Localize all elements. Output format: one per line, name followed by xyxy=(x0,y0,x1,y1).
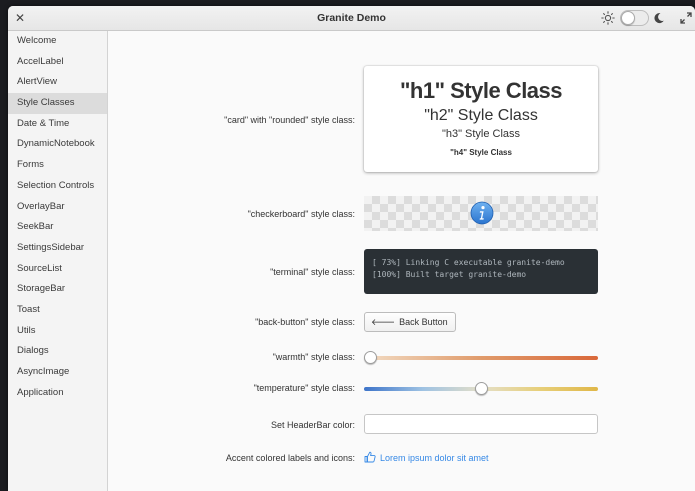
h3-text: "h3" Style Class xyxy=(441,128,521,140)
warmth-slider[interactable] xyxy=(364,356,598,360)
sidebar-item-welcome[interactable]: Welcome xyxy=(8,31,107,52)
terminal-line-1: [ 73%] Linking C executable granite-demo xyxy=(372,258,565,267)
left-arrow-icon: 🡐 xyxy=(371,317,396,327)
maximize-icon[interactable] xyxy=(680,12,692,24)
sidebar-item-seekbar[interactable]: SeekBar xyxy=(8,217,107,238)
sidebar-item-forms[interactable]: Forms xyxy=(8,155,107,176)
headerbar: ✕ Granite Demo xyxy=(8,6,695,31)
warmth-slider-handle[interactable] xyxy=(364,351,377,364)
sidebar-item-sourcelist[interactable]: SourceList xyxy=(8,259,107,280)
h2-text: "h2" Style Class xyxy=(424,107,538,124)
accent-label-text: Lorem ipsum dolor sit amet xyxy=(380,453,489,463)
app-window: ✕ Granite Demo Welcome AccelLabel AlertVie… xyxy=(8,6,695,491)
window-title: Granite Demo xyxy=(317,12,386,24)
sun-icon xyxy=(601,11,615,25)
sidebar-item-alertview[interactable]: AlertView xyxy=(8,72,107,93)
sidebar-item-dynamicnotebook[interactable]: DynamicNotebook xyxy=(8,134,107,155)
terminal-box: [ 73%] Linking C executable granite-demo… xyxy=(364,249,598,294)
back-button-label: Back Button xyxy=(399,317,448,327)
back-button[interactable]: 🡐 Back Button xyxy=(364,312,456,332)
headerbar-color-row-label: Set HeaderBar color: xyxy=(270,420,355,430)
h1-text: "h1" Style Class xyxy=(399,78,563,103)
terminal-line-2: [100%] Built target granite-demo xyxy=(372,270,527,279)
sidebar-item-settingssidebar[interactable]: SettingsSidebar xyxy=(8,238,107,259)
sidebar-item-overlaybar[interactable]: OverlayBar xyxy=(8,197,107,218)
temperature-slider-handle[interactable] xyxy=(474,382,488,395)
sidebar-item-date-time[interactable]: Date & Time xyxy=(8,114,107,135)
accent-label: Lorem ipsum dolor sit amet xyxy=(364,451,489,463)
terminal-row-label: "terminal" style class: xyxy=(270,267,355,277)
back-button-row-label: "back-button" style class: xyxy=(255,317,355,327)
sidebar-item-dialogs[interactable]: Dialogs xyxy=(8,341,107,362)
checkerboard-row-label: "checkerboard" style class: xyxy=(247,209,355,219)
accent-row-label: Accent colored labels and icons: xyxy=(225,453,355,463)
sidebar-item-toast[interactable]: Toast xyxy=(8,300,107,321)
sidebar-item-storagebar[interactable]: StorageBar xyxy=(8,279,107,300)
sidebar-item-style-classes[interactable]: Style Classes xyxy=(8,93,107,114)
main-content: "card" with "rounded" style class: "h1" … xyxy=(108,31,695,491)
moon-icon xyxy=(654,13,664,24)
info-icon xyxy=(470,201,494,225)
sidebar-item-application[interactable]: Application xyxy=(8,383,107,404)
card-row-label: "card" with "rounded" style class: xyxy=(224,115,355,125)
headerbar-color-entry[interactable] xyxy=(364,414,598,434)
sidebar-item-asyncimage[interactable]: AsyncImage xyxy=(8,362,107,383)
sidebar-item-utils[interactable]: Utils xyxy=(8,321,107,342)
sidebar: Welcome AccelLabel AlertView Style Classes D… xyxy=(8,31,108,491)
dark-mode-switch[interactable] xyxy=(620,10,649,26)
rounded-card: "h1" Style Class "h2" Style Class "h3" S… xyxy=(364,66,598,172)
warmth-row-label: "warmth" style class: xyxy=(272,352,355,362)
thumbs-up-icon xyxy=(364,451,376,463)
h4-text: "h4" Style Class xyxy=(450,148,512,157)
temperature-row-label: "temperature" style class: xyxy=(253,383,355,393)
sidebar-item-selection-controls[interactable]: Selection Controls xyxy=(8,176,107,197)
switch-knob xyxy=(621,11,635,25)
sidebar-item-accellabel[interactable]: AccelLabel xyxy=(8,52,107,73)
